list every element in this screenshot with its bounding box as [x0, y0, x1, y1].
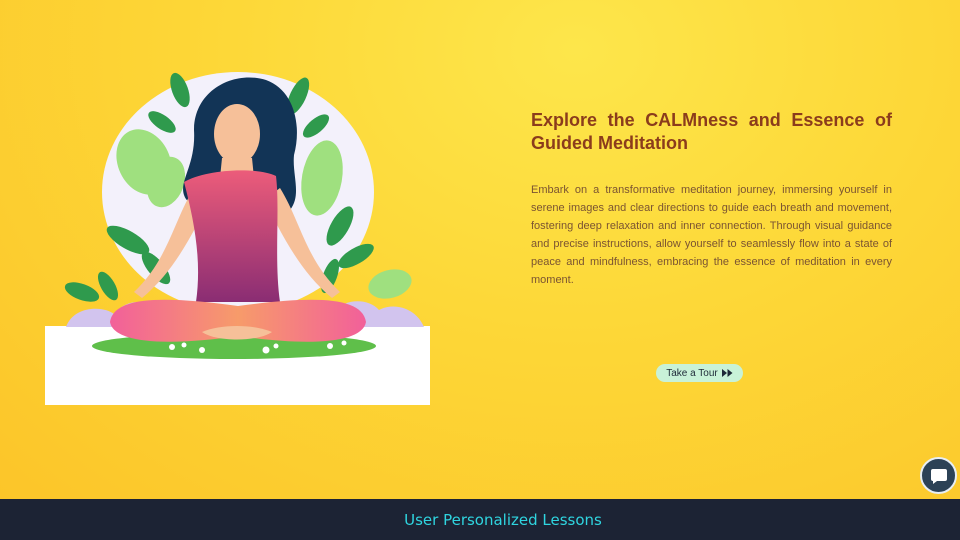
take-a-tour-label: Take a Tour	[666, 367, 718, 379]
hero-heading: Explore the CALMness and Essence of Guid…	[531, 110, 892, 153]
chat-bubble-icon	[930, 468, 947, 484]
footer-bar: User Personalized Lessons	[0, 499, 960, 540]
hero-description: Embark on a transformative meditation jo…	[531, 184, 892, 286]
chat-launcher-button[interactable]	[920, 457, 957, 494]
face	[214, 104, 260, 164]
fast-forward-icon	[721, 369, 733, 377]
take-a-tour-button[interactable]: Take a Tour	[656, 364, 743, 382]
user-personalized-lessons-link[interactable]: User Personalized Lessons	[404, 511, 602, 529]
meditation-illustration	[45, 72, 430, 405]
hero-section: Explore the CALMness and Essence of Guid…	[0, 0, 960, 499]
dress-top	[184, 170, 280, 302]
